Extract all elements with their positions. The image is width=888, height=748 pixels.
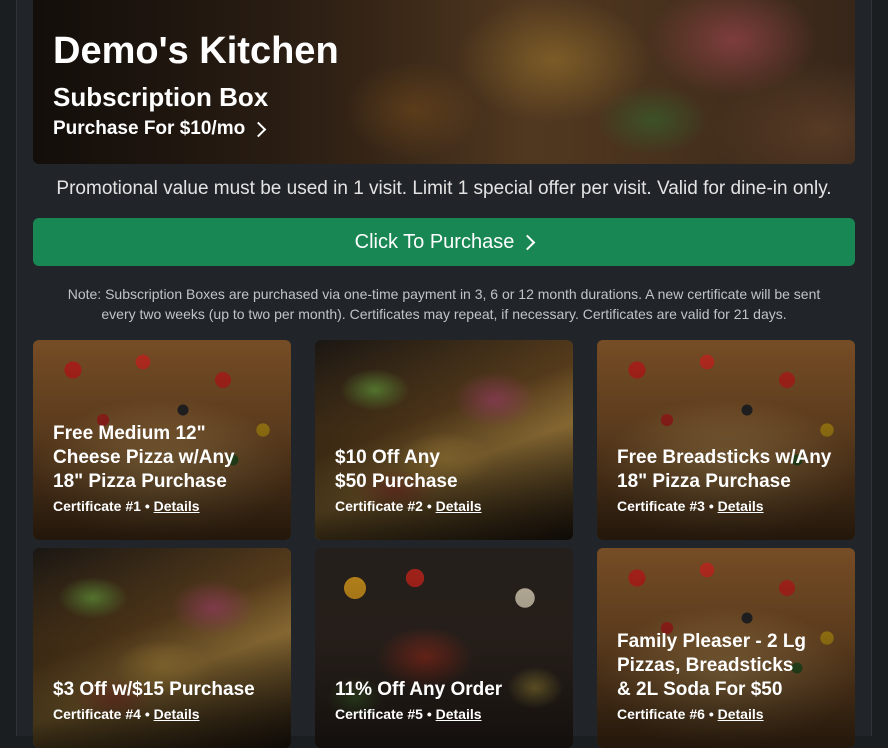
certificate-label: Certificate #4 — [53, 706, 141, 722]
certificate-label: Certificate #5 — [335, 706, 423, 722]
certificate-label: Certificate #6 — [617, 706, 705, 722]
note-text: Note: Subscription Boxes are purchased v… — [67, 286, 821, 322]
purchase-button-label: Click To Purchase — [354, 230, 515, 253]
certificate-label: Certificate #2 — [335, 498, 423, 514]
certificate-card: Free Breadsticks w/Any 18" Pizza Purchas… — [597, 340, 855, 540]
certificate-meta: Certificate #1 • Details — [53, 498, 200, 514]
certificate-title: Free Medium 12" Cheese Pizza w/Any 18" P… — [53, 423, 235, 492]
chevron-right-icon — [250, 121, 267, 137]
certificate-title: Free Breadsticks w/Any 18" Pizza Purchas… — [617, 447, 832, 492]
chevron-right-icon — [520, 234, 536, 250]
certificate-title: 11% Off Any Order — [335, 679, 503, 700]
certificate-card: Free Medium 12" Cheese Pizza w/Any 18" P… — [33, 340, 291, 540]
purchase-link[interactable]: Purchase For $10/mo — [53, 116, 267, 142]
hero-text: Demo's Kitchen Subscription Box Purchase… — [53, 28, 339, 142]
certificate-title: $3 Off w/$15 Purchase — [53, 679, 255, 700]
purchase-link-label: Purchase For $10/mo — [53, 118, 246, 139]
promo-text: Promotional value must be used in 1 visi… — [56, 178, 832, 199]
certificate-title: $10 Off Any $50 Purchase — [335, 447, 458, 492]
restaurant-name: Demo's Kitchen — [53, 30, 339, 72]
details-link[interactable]: Details — [718, 706, 764, 722]
certificate-card: 11% Off Any Order Certificate #5 • Detai… — [315, 548, 573, 748]
hero-banner: Demo's Kitchen Subscription Box Purchase… — [33, 0, 855, 164]
certificate-card: $10 Off Any $50 Purchase Certificate #2 … — [315, 340, 573, 540]
certificate-card: $3 Off w/$15 Purchase Certificate #4 • D… — [33, 548, 291, 748]
certificate-card: Family Pleaser - 2 Lg Pizzas, Breadstick… — [597, 548, 855, 748]
certificate-label: Certificate #1 — [53, 498, 141, 514]
details-link[interactable]: Details — [436, 706, 482, 722]
certificate-meta: Certificate #2 • Details — [335, 498, 482, 514]
details-link[interactable]: Details — [154, 706, 200, 722]
details-link[interactable]: Details — [154, 498, 200, 514]
certificate-meta: Certificate #6 • Details — [617, 706, 764, 722]
certificate-meta: Certificate #3 • Details — [617, 498, 764, 514]
certificate-meta: Certificate #5 • Details — [335, 706, 482, 722]
certificate-label: Certificate #3 — [617, 498, 705, 514]
details-link[interactable]: Details — [718, 498, 764, 514]
details-link[interactable]: Details — [436, 498, 482, 514]
click-to-purchase-button[interactable]: Click To Purchase — [33, 218, 855, 266]
certificate-meta: Certificate #4 • Details — [53, 706, 200, 722]
certificate-title: Family Pleaser - 2 Lg Pizzas, Breadstick… — [617, 631, 807, 700]
product-name: Subscription Box — [53, 82, 269, 112]
